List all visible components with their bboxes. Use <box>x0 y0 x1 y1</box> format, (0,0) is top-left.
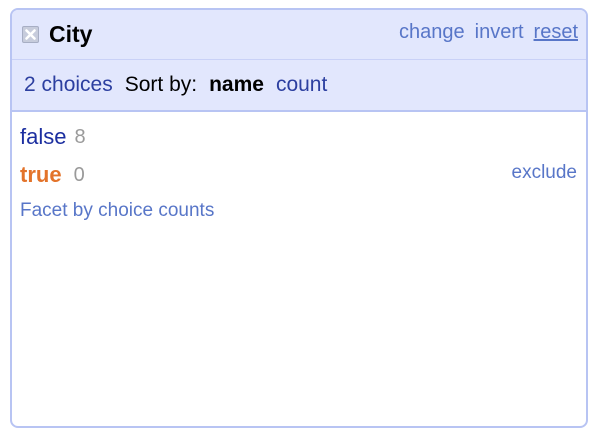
close-icon-glyph <box>25 29 36 40</box>
choice-item-true[interactable]: true 0 exclude <box>20 156 578 194</box>
choice-label[interactable]: true <box>20 162 62 188</box>
sort-by-label: Sort by: <box>124 73 198 96</box>
choices-count-link[interactable]: 2 choices <box>24 73 113 97</box>
city-facet-panel: City change invert reset 2 choices Sort … <box>10 8 588 428</box>
facet-title-links: change invert reset <box>399 21 578 44</box>
close-icon[interactable] <box>22 26 39 43</box>
exclude-link[interactable]: exclude <box>512 162 578 184</box>
invert-link[interactable]: invert <box>475 21 524 44</box>
facet-body: false 8 true 0 exclude Facet by choice c… <box>12 112 586 222</box>
change-link[interactable]: change <box>399 21 465 44</box>
facet-title-bar: City change invert reset <box>12 10 586 60</box>
choice-count: 0 <box>73 163 85 186</box>
sort-by-count-link[interactable]: count <box>276 73 327 97</box>
choice-label[interactable]: false <box>20 124 66 150</box>
choice-item-false[interactable]: false 8 <box>20 118 578 156</box>
facet-by-choice-counts-link[interactable]: Facet by choice counts <box>20 200 578 222</box>
facet-title: City <box>49 21 93 47</box>
reset-link[interactable]: reset <box>534 21 578 44</box>
choice-count: 8 <box>74 125 86 148</box>
facet-controls: 2 choices Sort by: name count <box>12 60 586 112</box>
sort-by-name: name <box>209 73 264 96</box>
